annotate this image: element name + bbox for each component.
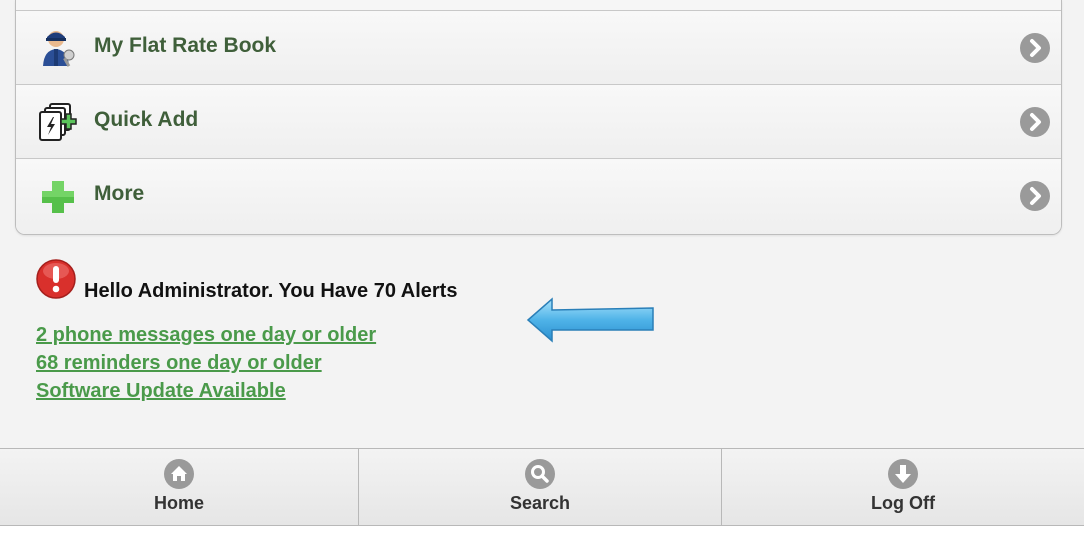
plus-icon bbox=[38, 176, 78, 216]
mechanic-icon bbox=[38, 28, 78, 68]
phone-messages-link[interactable]: 2 phone messages one day or older bbox=[36, 321, 376, 349]
main-menu-list: My Flat Rate Book Quick Add More bbox=[15, 0, 1062, 235]
bottom-strip bbox=[0, 526, 1084, 534]
home-icon bbox=[164, 459, 194, 489]
footer-logoff-label: Log Off bbox=[871, 493, 935, 513]
menu-item-more[interactable]: More bbox=[16, 159, 1061, 234]
reminders-link[interactable]: 68 reminders one day or older bbox=[36, 349, 376, 377]
arrow-left-icon bbox=[526, 297, 654, 343]
chevron-right-icon bbox=[1020, 107, 1050, 137]
arrow-down-icon bbox=[888, 459, 918, 489]
footer-home-button[interactable]: Home bbox=[0, 449, 358, 525]
menu-top-divider bbox=[16, 0, 1061, 11]
footer-logoff-button[interactable]: Log Off bbox=[721, 449, 1084, 525]
menu-item-label: My Flat Rate Book bbox=[94, 34, 277, 57]
footer-search-label: Search bbox=[509, 493, 571, 513]
footer-search-button[interactable]: Search bbox=[358, 449, 721, 525]
menu-item-quick-add[interactable]: Quick Add bbox=[16, 85, 1061, 159]
alert-title: Hello Administrator. You Have 70 Alerts bbox=[84, 280, 458, 302]
menu-item-label: Quick Add bbox=[94, 108, 199, 131]
chevron-right-icon bbox=[1020, 181, 1050, 211]
alert-links: 2 phone messages one day or older 68 rem… bbox=[36, 321, 376, 405]
alert-exclamation-icon bbox=[36, 258, 76, 300]
quick-add-icon bbox=[38, 102, 78, 142]
footer-home-label: Home bbox=[153, 493, 204, 513]
software-update-link[interactable]: Software Update Available bbox=[36, 377, 376, 405]
footer-navbar: Home Search Log Off bbox=[0, 448, 1084, 526]
search-icon bbox=[525, 459, 555, 489]
chevron-right-icon bbox=[1020, 33, 1050, 63]
menu-item-flat-rate-book[interactable]: My Flat Rate Book bbox=[16, 11, 1061, 85]
menu-item-label: More bbox=[94, 182, 145, 205]
app-page: My Flat Rate Book Quick Add More Hello A… bbox=[0, 0, 1084, 534]
